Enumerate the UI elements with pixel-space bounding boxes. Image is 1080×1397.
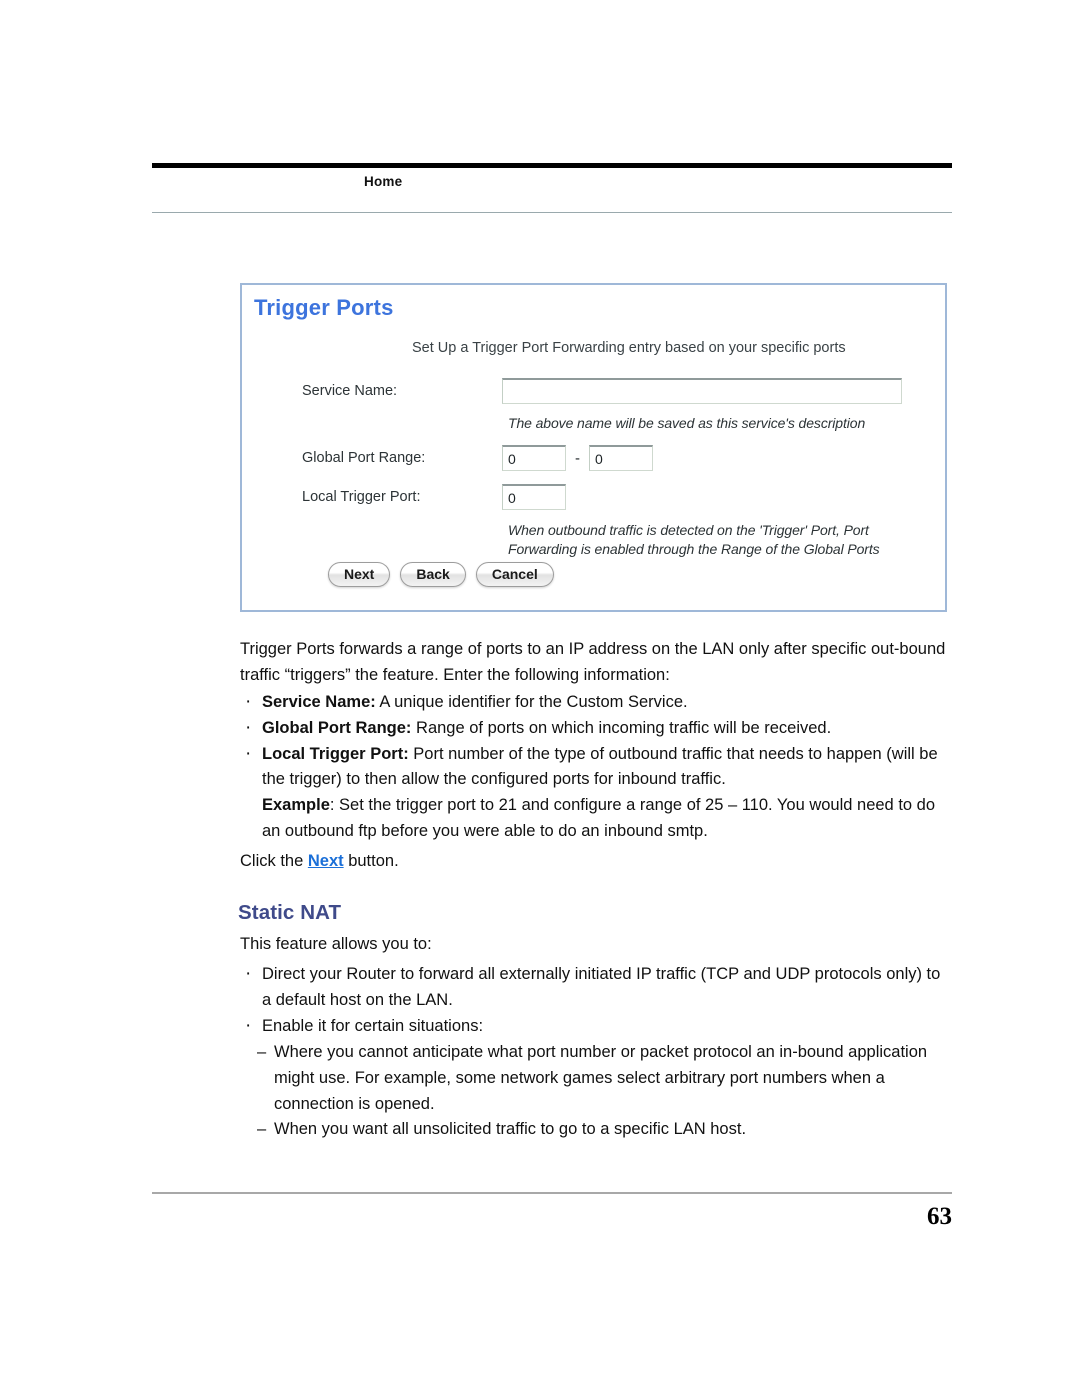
static-nat-bullet-block: Direct your Router to forward all extern… <box>240 961 952 1040</box>
click-prefix: Click the <box>240 852 308 870</box>
back-button[interactable]: Back <box>400 562 466 588</box>
panel-title: Trigger Ports <box>254 295 394 320</box>
range-separator: - <box>575 449 580 467</box>
list-item: Direct your Router to forward all extern… <box>240 961 952 1014</box>
intro-paragraph-block: Trigger Ports forwards a range of ports … <box>240 637 952 689</box>
bullet-text: A unique identifier for the Custom Servi… <box>375 693 688 711</box>
trigger-ports-bullet-block: Service Name: A unique identifier for th… <box>240 689 952 845</box>
running-head: Home <box>364 174 403 189</box>
static-nat-subitem-block: Where you cannot anticipate what port nu… <box>252 1040 952 1143</box>
bullet-text: Range of ports on which incoming traffic… <box>411 718 832 737</box>
global-port-range-row: Global Port Range: - <box>302 445 653 471</box>
trigger-ports-bullets: Service Name: A unique identifier for th… <box>240 689 952 794</box>
trigger-note-line-2: Forwarding is enabled through the Range … <box>508 541 880 557</box>
bullet-lead: Service Name: <box>262 693 376 711</box>
list-item: Service Name: A unique identifier for th… <box>240 689 952 716</box>
local-trigger-port-label: Local Trigger Port: <box>302 489 421 505</box>
static-nat-intro: This feature allows you to: <box>240 935 432 953</box>
next-button[interactable]: Next <box>328 562 391 588</box>
bullet-lead: Local Trigger Port: <box>262 744 409 763</box>
static-nat-bullets: Direct your Router to forward all extern… <box>240 961 952 1040</box>
click-next-line: Click the Next button. <box>240 849 952 875</box>
list-item: Local Trigger Port: Port number of the t… <box>240 741 952 794</box>
static-nat-heading: Static NAT <box>238 901 342 924</box>
global-port-range-label: Global Port Range: <box>302 450 426 466</box>
click-suffix: button. <box>343 852 399 870</box>
service-name-label: Service Name: <box>302 383 398 399</box>
cancel-button[interactable]: Cancel <box>475 562 554 588</box>
example-paragraph: Example: Set the trigger port to 21 and … <box>240 793 952 845</box>
local-trigger-port-row: Local Trigger Port: <box>302 484 566 510</box>
click-next-block: Click the Next button. <box>240 849 952 875</box>
trigger-ports-screenshot: Trigger Ports Set Up a Trigger Port Forw… <box>240 283 947 612</box>
list-item: Global Port Range: Range of ports on whi… <box>240 715 952 742</box>
service-name-input[interactable] <box>502 378 902 404</box>
local-trigger-port-input[interactable] <box>502 484 566 510</box>
example-lead: Example <box>262 796 330 815</box>
panel-button-row: Next Back Cancel <box>328 562 554 588</box>
static-nat-intro-block: This feature allows you to: <box>240 932 952 958</box>
intro-paragraph: Trigger Ports forwards a range of ports … <box>240 640 946 684</box>
service-name-hint: The above name will be saved as this ser… <box>508 415 866 431</box>
footer-rule <box>152 1192 952 1194</box>
bullet-lead: Global Port Range: <box>262 718 412 737</box>
header-bottom-rule <box>152 212 952 213</box>
sub-list-item: Where you cannot anticipate what port nu… <box>252 1040 952 1117</box>
list-item: Enable it for certain situations: <box>240 1013 952 1040</box>
service-name-row: Service Name: <box>302 378 902 404</box>
example-text: : Set the trigger port to 21 and configu… <box>262 796 936 840</box>
sub-list-item: When you want all unsolicited traffic to… <box>252 1117 952 1143</box>
panel-subtitle: Set Up a Trigger Port Forwarding entry b… <box>412 340 846 356</box>
page-number: 63 <box>927 1203 952 1230</box>
document-page: Home Trigger Ports Set Up a Trigger Port… <box>0 0 1080 1397</box>
global-port-range-from-input[interactable] <box>502 445 566 471</box>
global-port-range-to-input[interactable] <box>589 445 653 471</box>
trigger-note-line-1: When outbound traffic is detected on the… <box>508 522 869 538</box>
header-top-rule <box>152 163 952 168</box>
next-link[interactable]: Next <box>308 852 344 870</box>
